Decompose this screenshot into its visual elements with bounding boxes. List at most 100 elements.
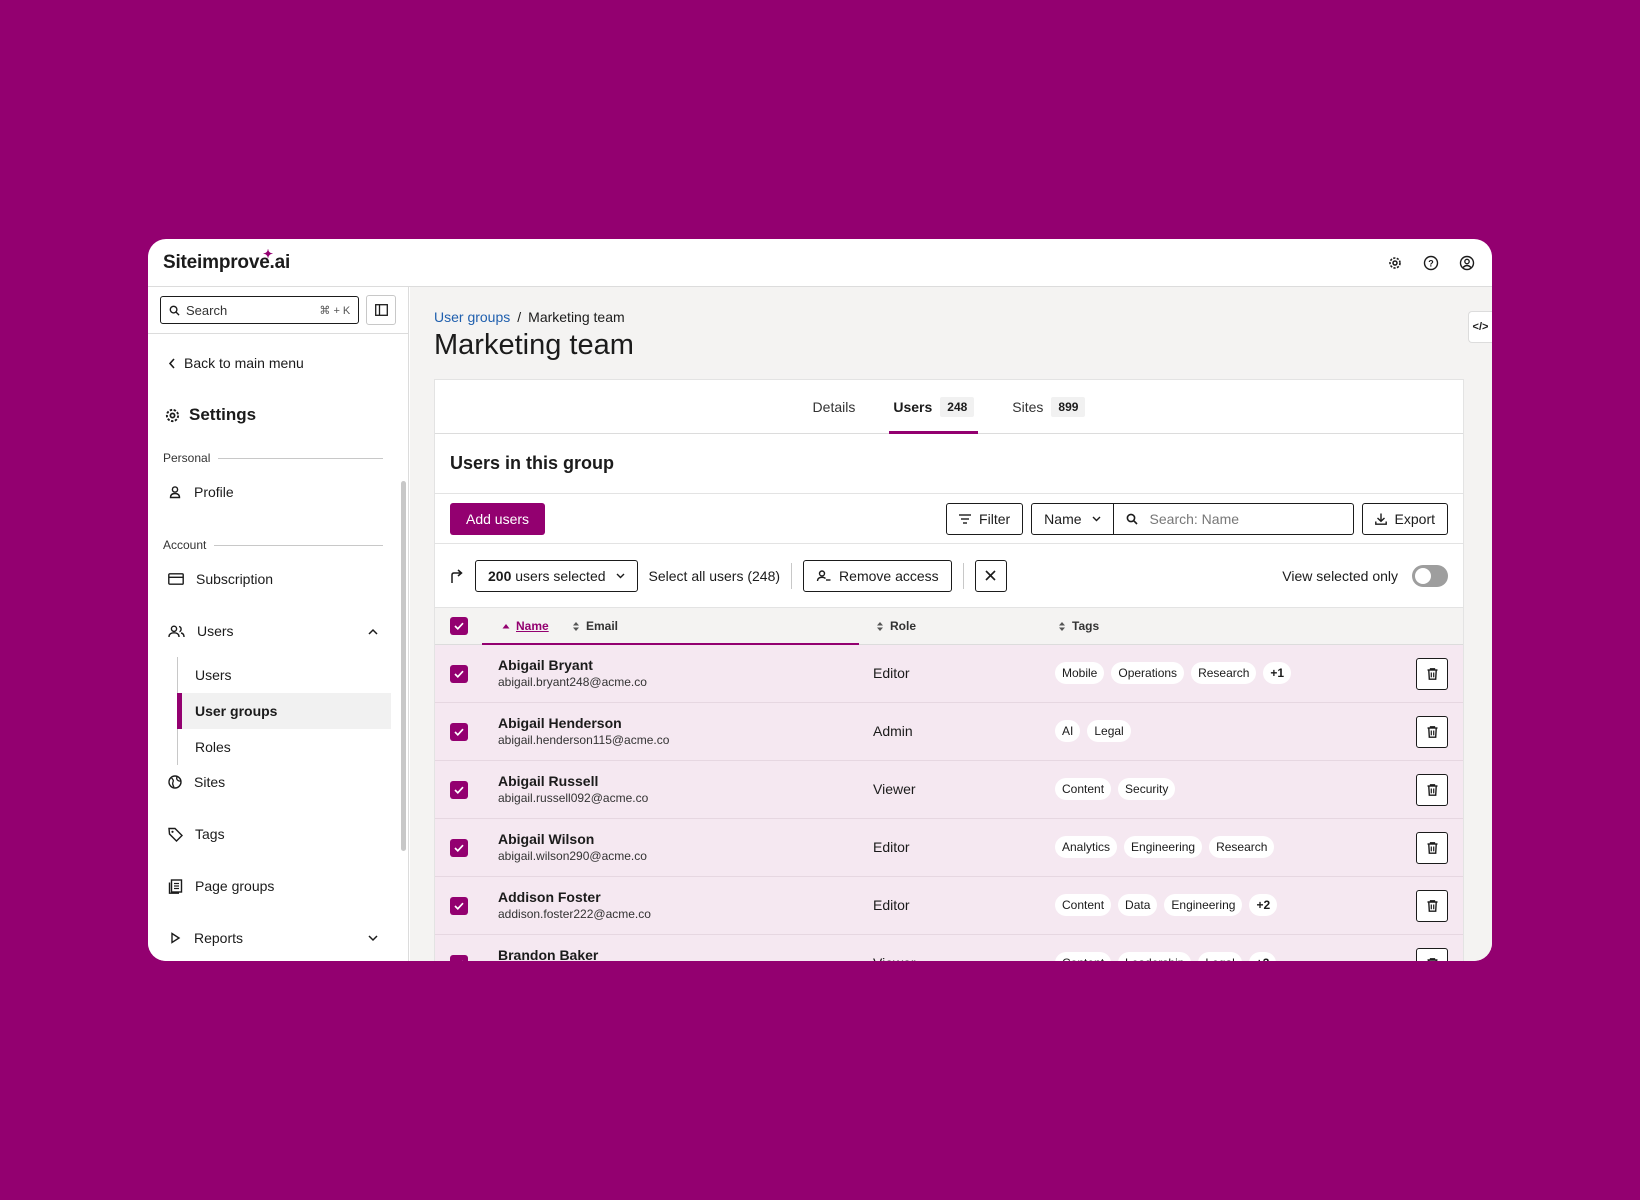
logo[interactable]: Siteimprove.ai ✦: [163, 247, 290, 274]
user-name: Abigail Bryant: [498, 657, 593, 673]
table-row[interactable]: Addison Foster addison.foster222@acme.co E…: [435, 877, 1463, 935]
sidebar-item-users[interactable]: Users: [168, 623, 378, 639]
trash-icon: [1427, 726, 1437, 738]
column-header-name[interactable]: Name: [502, 608, 549, 644]
code-view-button[interactable]: </>: [1468, 311, 1492, 343]
user-tags: Content Data Engineering +2: [1055, 894, 1278, 916]
tab-count: 899: [1051, 396, 1086, 417]
row-checkbox[interactable]: [450, 665, 468, 683]
section-label-personal: Personal: [163, 451, 383, 465]
main-content: User groups / Marketing team Marketing t…: [410, 287, 1492, 961]
sidebar-item-profile[interactable]: Profile: [168, 484, 378, 500]
row-checkbox[interactable]: [450, 723, 468, 741]
tag-chip: AI: [1055, 720, 1081, 742]
gear-icon[interactable]: [1385, 253, 1405, 273]
column-header-email[interactable]: Email: [572, 608, 618, 644]
tab-count: 248: [940, 396, 975, 417]
sidebar-subitem-user-groups[interactable]: User groups: [177, 693, 391, 729]
table-header: Name Email Role Tags: [435, 608, 1463, 645]
check-icon: [462, 960, 463, 961]
chevron-down-icon: [616, 573, 625, 578]
tab-sites[interactable]: Sites 899: [1008, 380, 1089, 433]
delete-user-button[interactable]: [1416, 774, 1448, 806]
account-icon[interactable]: [1457, 253, 1477, 273]
table-row[interactable]: Abigail Henderson abigail.henderson115@ac…: [435, 703, 1463, 761]
row-checkbox[interactable]: [450, 897, 468, 915]
page-title: Marketing team: [434, 329, 634, 361]
row-checkbox[interactable]: [450, 781, 468, 799]
back-to-main-menu-link[interactable]: Back to main menu: [168, 355, 304, 371]
sidebar-search-input[interactable]: Search ⌘ + K: [160, 296, 360, 324]
table-row[interactable]: Abigail Russell abigail.russell092@acme.c…: [435, 761, 1463, 819]
column-label: Name: [516, 619, 549, 633]
more-tags-chip[interactable]: +3: [1248, 952, 1277, 961]
search-shortcut: ⌘ + K: [319, 304, 351, 317]
clear-selection-button[interactable]: [974, 559, 1007, 592]
view-selected-toggle[interactable]: [1412, 564, 1448, 587]
table-row[interactable]: Brandon Baker Viewer Content Leadership Lega…: [435, 935, 1463, 961]
tab-details[interactable]: Details: [809, 380, 860, 433]
sidebar-toggle-icon: [374, 304, 388, 316]
tag-chip: Operations: [1111, 662, 1185, 684]
remove-access-button[interactable]: Remove access: [803, 559, 952, 592]
more-tags-chip[interactable]: +2: [1249, 894, 1278, 916]
breadcrumb-current: Marketing team: [528, 309, 625, 325]
sidebar-item-label: Tags: [195, 826, 225, 842]
chevron-down-icon: [368, 934, 378, 941]
row-checkbox[interactable]: [450, 955, 468, 961]
check-icon: [454, 622, 464, 630]
row-checkbox[interactable]: [450, 839, 468, 857]
breadcrumb-link-user-groups[interactable]: User groups: [434, 309, 510, 325]
divider: [962, 562, 964, 589]
sort-icon: [573, 621, 579, 631]
sidebar-item-tags[interactable]: Tags: [168, 826, 378, 842]
sidebar-item-sites[interactable]: Sites: [168, 774, 378, 790]
sidebar-item-page-groups[interactable]: Page groups: [168, 878, 378, 894]
filter-button[interactable]: Filter: [946, 502, 1024, 535]
breadcrumb: User groups / Marketing team: [434, 309, 625, 325]
table-row[interactable]: Abigail Bryant abigail.bryant248@acme.co E…: [435, 645, 1463, 703]
select-all-checkbox[interactable]: [450, 608, 468, 644]
trash-icon: [1427, 842, 1437, 854]
search-field-select[interactable]: Name: [1031, 502, 1114, 535]
sidebar-collapse-button[interactable]: [366, 295, 396, 325]
help-icon[interactable]: ?: [1421, 253, 1441, 273]
delete-user-button[interactable]: [1416, 658, 1448, 690]
selection-dropdown[interactable]: 200 users selected: [475, 559, 638, 592]
export-button[interactable]: Export: [1361, 502, 1448, 535]
delete-user-button[interactable]: [1416, 948, 1448, 961]
page-groups-icon: [168, 878, 183, 894]
select-all-users-button[interactable]: Select all users (248): [649, 568, 781, 584]
user-tags: Mobile Operations Research +1: [1055, 662, 1292, 684]
sidebar-subitem-roles[interactable]: Roles: [177, 729, 391, 765]
breadcrumb-separator: /: [517, 309, 522, 325]
chevron-up-icon: [368, 628, 378, 635]
settings-heading: Settings: [164, 405, 256, 425]
add-users-button[interactable]: Add users: [450, 502, 546, 535]
sidebar-subitem-users[interactable]: Users: [177, 657, 391, 693]
search-input[interactable]: Search: Name: [1113, 502, 1354, 535]
user-name: Addison Foster: [498, 889, 601, 905]
settings-title: Settings: [189, 405, 257, 424]
toolbar: Add users Filter Name Search: Name Expor…: [435, 494, 1463, 544]
column-header-tags[interactable]: Tags: [1058, 608, 1099, 644]
users-icon: [168, 625, 185, 637]
sidebar-item-subscription[interactable]: Subscription: [168, 571, 378, 587]
tag-chip: Research: [1209, 836, 1275, 858]
remove-access-label: Remove access: [839, 567, 939, 584]
table-row[interactable]: Abigail Wilson abigail.wilson290@acme.co E…: [435, 819, 1463, 877]
trash-icon: [1427, 668, 1437, 680]
delete-user-button[interactable]: [1416, 716, 1448, 748]
back-label: Back to main menu: [184, 355, 304, 371]
sidebar-scrollbar[interactable]: [401, 481, 406, 851]
more-tags-chip[interactable]: +1: [1263, 662, 1292, 684]
sidebar-item-reports[interactable]: Reports: [168, 930, 378, 946]
tab-users[interactable]: Users 248: [889, 380, 979, 434]
column-header-role[interactable]: Role: [876, 608, 916, 644]
delete-user-button[interactable]: [1416, 890, 1448, 922]
section-title: Users in this group: [435, 434, 1463, 494]
delete-user-button[interactable]: [1416, 832, 1448, 864]
sort-ascending-icon: [502, 624, 510, 629]
sidebar-item-label: Users: [197, 623, 234, 639]
user-role: Editor: [873, 839, 910, 855]
